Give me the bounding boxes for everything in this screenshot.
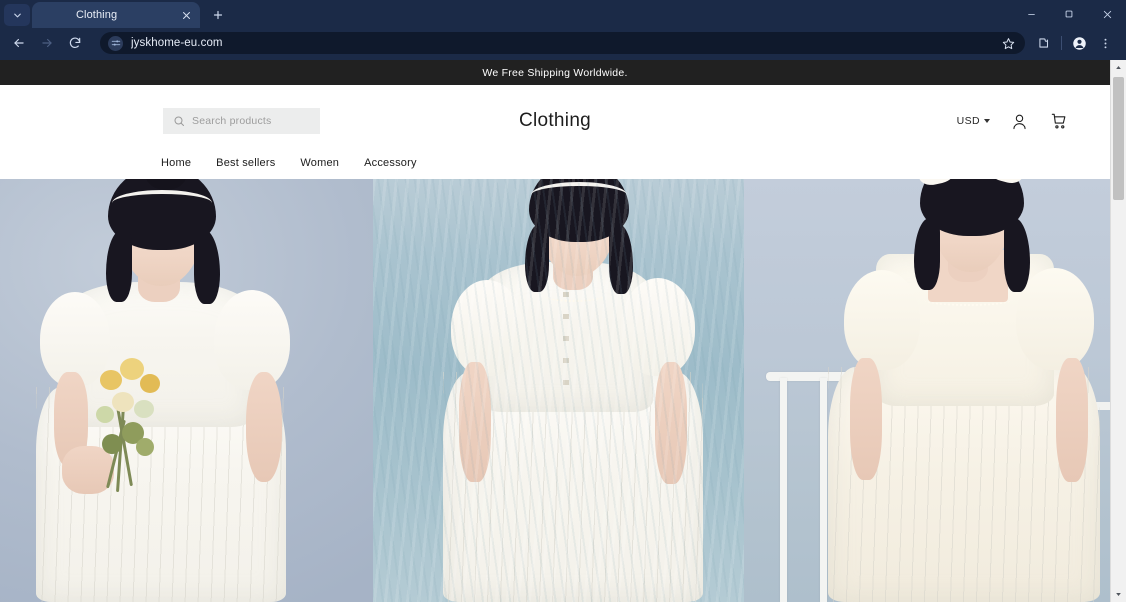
account-person-icon[interactable] [1008, 110, 1030, 132]
page-viewport: We Free Shipping Worldwide. Search produ… [0, 60, 1126, 602]
search-placeholder: Search products [192, 115, 272, 127]
nav-item-home[interactable]: Home [161, 157, 191, 169]
forward-arrow-icon [34, 30, 60, 56]
scrollbar-thumb[interactable] [1113, 77, 1124, 200]
browser-toolbar: jyskhome-eu.com [0, 28, 1126, 60]
page-scrollbar[interactable] [1110, 60, 1126, 602]
search-icon [173, 115, 185, 127]
new-tab-button[interactable] [206, 3, 230, 27]
hero-image-1[interactable] [0, 179, 373, 602]
address-bar-url: jyskhome-eu.com [131, 37, 223, 49]
hero-image-gallery [0, 179, 1110, 602]
three-dot-menu-icon[interactable] [1092, 30, 1118, 56]
search-input[interactable]: Search products [163, 108, 320, 134]
scroll-down-icon[interactable] [1111, 587, 1126, 602]
hero-image-2[interactable] [373, 179, 744, 602]
chevron-down-icon [984, 119, 990, 123]
main-navigation: Home Best sellers Women Accessory [0, 157, 1110, 179]
currency-selector[interactable]: USD [957, 115, 990, 127]
header-actions: USD [957, 110, 1078, 132]
tab-search-chevron-down-icon[interactable] [4, 4, 30, 26]
store-header: Search products Clothing USD [0, 85, 1110, 157]
minimize-icon[interactable] [1012, 0, 1050, 28]
restore-icon[interactable] [1050, 0, 1088, 28]
toolbar-divider [1061, 36, 1062, 50]
announcement-bar: We Free Shipping Worldwide. [0, 60, 1110, 85]
back-arrow-icon[interactable] [6, 30, 32, 56]
browser-tab-clothing[interactable]: Clothing [32, 2, 200, 28]
tune-icon[interactable] [108, 35, 123, 51]
hero-scene-sea [373, 179, 744, 602]
tab-close-icon[interactable] [178, 7, 194, 23]
extensions-icon[interactable] [1031, 30, 1057, 56]
reload-icon[interactable] [62, 30, 88, 56]
star-icon[interactable] [999, 34, 1017, 52]
window-controls [1012, 0, 1126, 28]
web-page: We Free Shipping Worldwide. Search produ… [0, 60, 1110, 602]
nav-item-best-sellers[interactable]: Best sellers [216, 157, 275, 169]
hero-image-3[interactable] [744, 179, 1110, 602]
hero-scene-studio [0, 179, 373, 602]
scroll-up-icon[interactable] [1111, 60, 1126, 75]
nav-item-accessory[interactable]: Accessory [364, 157, 417, 169]
nav-item-women[interactable]: Women [300, 157, 339, 169]
tab-strip: Clothing [0, 0, 1126, 28]
currency-label: USD [956, 115, 980, 127]
hero-scene-balcony [744, 179, 1110, 602]
profile-avatar-icon[interactable] [1066, 30, 1092, 56]
address-bar[interactable]: jyskhome-eu.com [100, 32, 1025, 54]
close-icon[interactable] [1088, 0, 1126, 28]
browser-window: Clothing jyskhome-eu.com We Free Shippin… [0, 0, 1126, 602]
shopping-cart-icon[interactable] [1048, 110, 1070, 132]
announcement-text: We Free Shipping Worldwide. [482, 66, 628, 79]
tab-title: Clothing [76, 9, 118, 21]
